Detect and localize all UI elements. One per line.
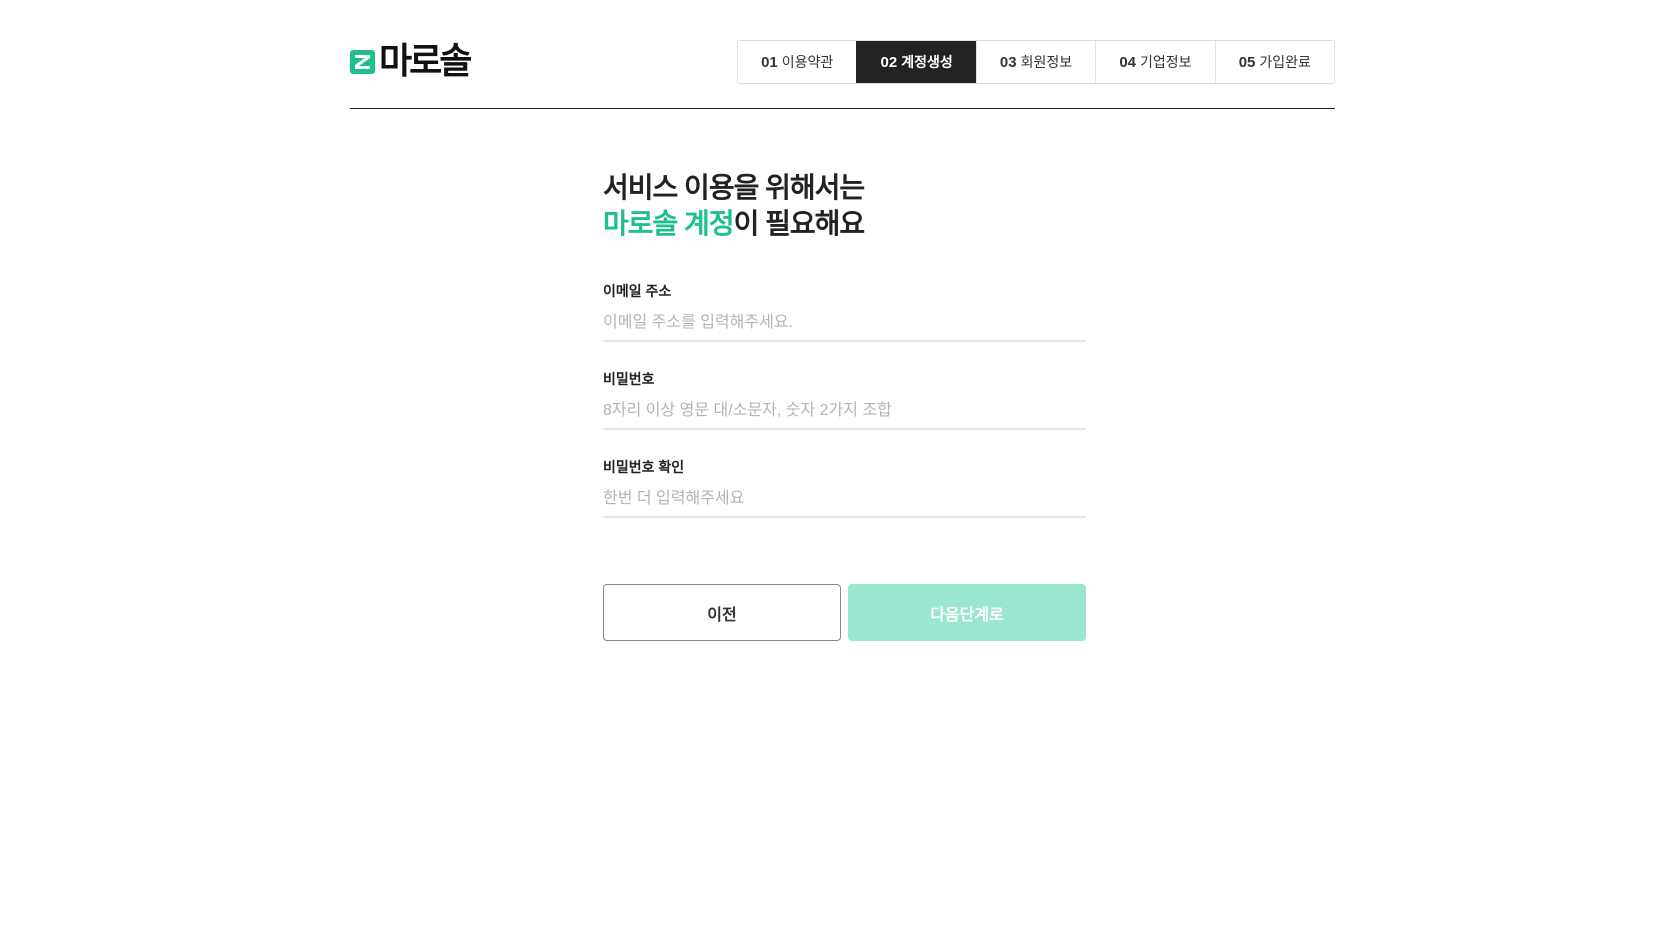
step-terms: 01 이용약관 [761,53,834,71]
step-member-info: 03 회원정보 [975,41,1095,83]
header: 마로솔 01 이용약관 02 계정생성 03 회원정보 04 기업정보 05 가… [350,0,1335,109]
title-accent: 마로솔 계정 [603,208,735,239]
signup-steps: 01 이용약관 02 계정생성 03 회원정보 04 기업정보 05 가입완료 [737,40,1335,84]
step-company-info: 04 기업정보 [1095,41,1214,83]
password-label: 비밀번호 [603,371,655,387]
page-title: 서비스 이용을 위해서는 마로솔 계정이 필요해요 [603,172,865,239]
email-label: 이메일 주소 [603,283,672,299]
logo-mark-icon [350,50,375,74]
logo[interactable]: 마로솔 [350,41,472,83]
prev-button[interactable]: 이전 [603,584,841,641]
logo-text: 마로솔 [379,41,472,82]
email-input[interactable] [603,312,1086,342]
step-account-create: 02 계정생성 [856,41,976,83]
email-field-group: 이메일 주소 [603,282,1086,342]
signup-form: 서비스 이용을 위해서는 마로솔 계정이 필요해요 이메일 주소 비밀번호 비밀… [603,170,1086,641]
password-input[interactable] [603,400,1086,430]
next-step-button[interactable]: 다음단계로 [848,584,1086,641]
step-complete: 05 가입완료 [1214,41,1334,83]
password-confirm-label: 비밀번호 확인 [603,459,685,475]
password-confirm-input[interactable] [603,488,1086,518]
password-confirm-field-group: 비밀번호 확인 [603,458,1086,518]
password-field-group: 비밀번호 [603,370,1086,430]
